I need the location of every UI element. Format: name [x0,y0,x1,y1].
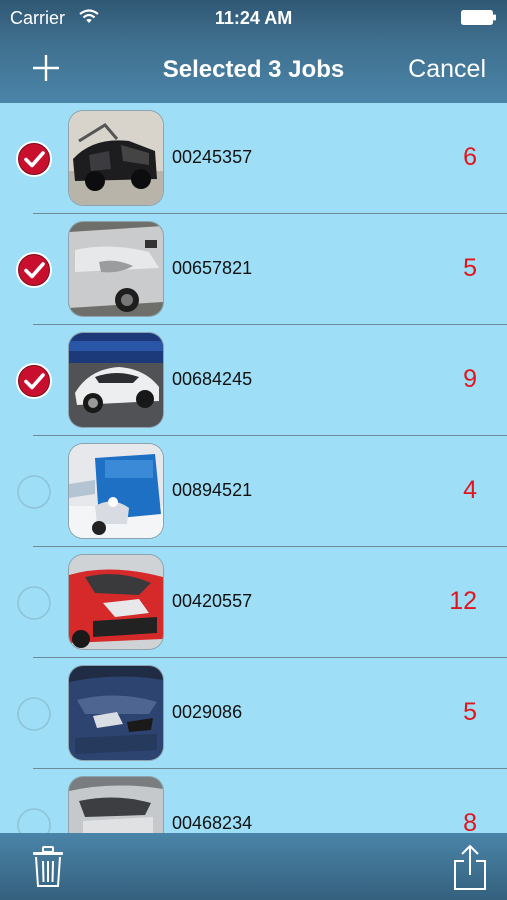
job-row[interactable]: 00245357 6 [0,103,507,214]
job-number: 00245357 [172,147,253,167]
job-count: 12 [449,587,477,615]
cancel-button[interactable]: Cancel [408,55,486,84]
car-photo-thumbnail[interactable] [69,555,163,649]
job-count: 9 [463,365,477,393]
battery-icon [461,10,496,25]
job-number: 00684245 [172,369,253,389]
navigation-bar: Selected 3 Jobs Cancel [0,36,507,103]
job-count: 6 [463,143,477,171]
job-row[interactable]: 00684245 9 [0,325,507,436]
checkmark-empty-icon[interactable] [15,806,53,833]
status-time: 11:24 AM [214,8,293,28]
job-row[interactable]: 00420557 12 [0,547,507,658]
job-number: 00657821 [172,258,253,278]
job-row[interactable]: 00657821 5 [0,214,507,325]
car-photo-thumbnail[interactable] [69,444,163,538]
bottom-toolbar [0,833,507,900]
job-number: 00420557 [172,591,253,611]
job-count: 4 [463,476,477,504]
job-number: 00468234 [172,813,253,833]
checkmark-selected-icon[interactable] [15,362,53,400]
trash-icon[interactable] [32,846,64,888]
job-count: 5 [463,254,477,282]
car-photo-thumbnail[interactable] [69,777,163,833]
job-row[interactable]: 0029086 5 [0,658,507,769]
job-number: 00894521 [172,480,253,500]
job-count: 5 [463,698,477,726]
checkmark-empty-icon[interactable] [15,695,53,733]
job-list[interactable]: 00245357 6 00657821 5 00684245 9 0089452… [0,103,507,833]
checkmark-selected-icon[interactable] [15,140,53,178]
checkmark-empty-icon[interactable] [15,584,53,622]
checkmark-selected-icon[interactable] [15,251,53,289]
job-count: 8 [463,809,477,833]
top-bar: Carrier 11:24 AM Selected 3 Jobs Cancel [0,0,507,103]
job-number: 0029086 [172,702,243,722]
job-row[interactable]: 00894521 4 [0,436,507,547]
car-photo-thumbnail[interactable] [69,111,163,205]
car-photo-thumbnail[interactable] [69,333,163,427]
car-photo-thumbnail[interactable] [69,666,163,760]
job-row[interactable]: 00468234 8 [0,769,507,833]
status-bar: Carrier 11:24 AM [0,0,507,36]
share-icon[interactable] [453,845,487,891]
checkmark-empty-icon[interactable] [15,473,53,511]
car-photo-thumbnail[interactable] [69,222,163,316]
